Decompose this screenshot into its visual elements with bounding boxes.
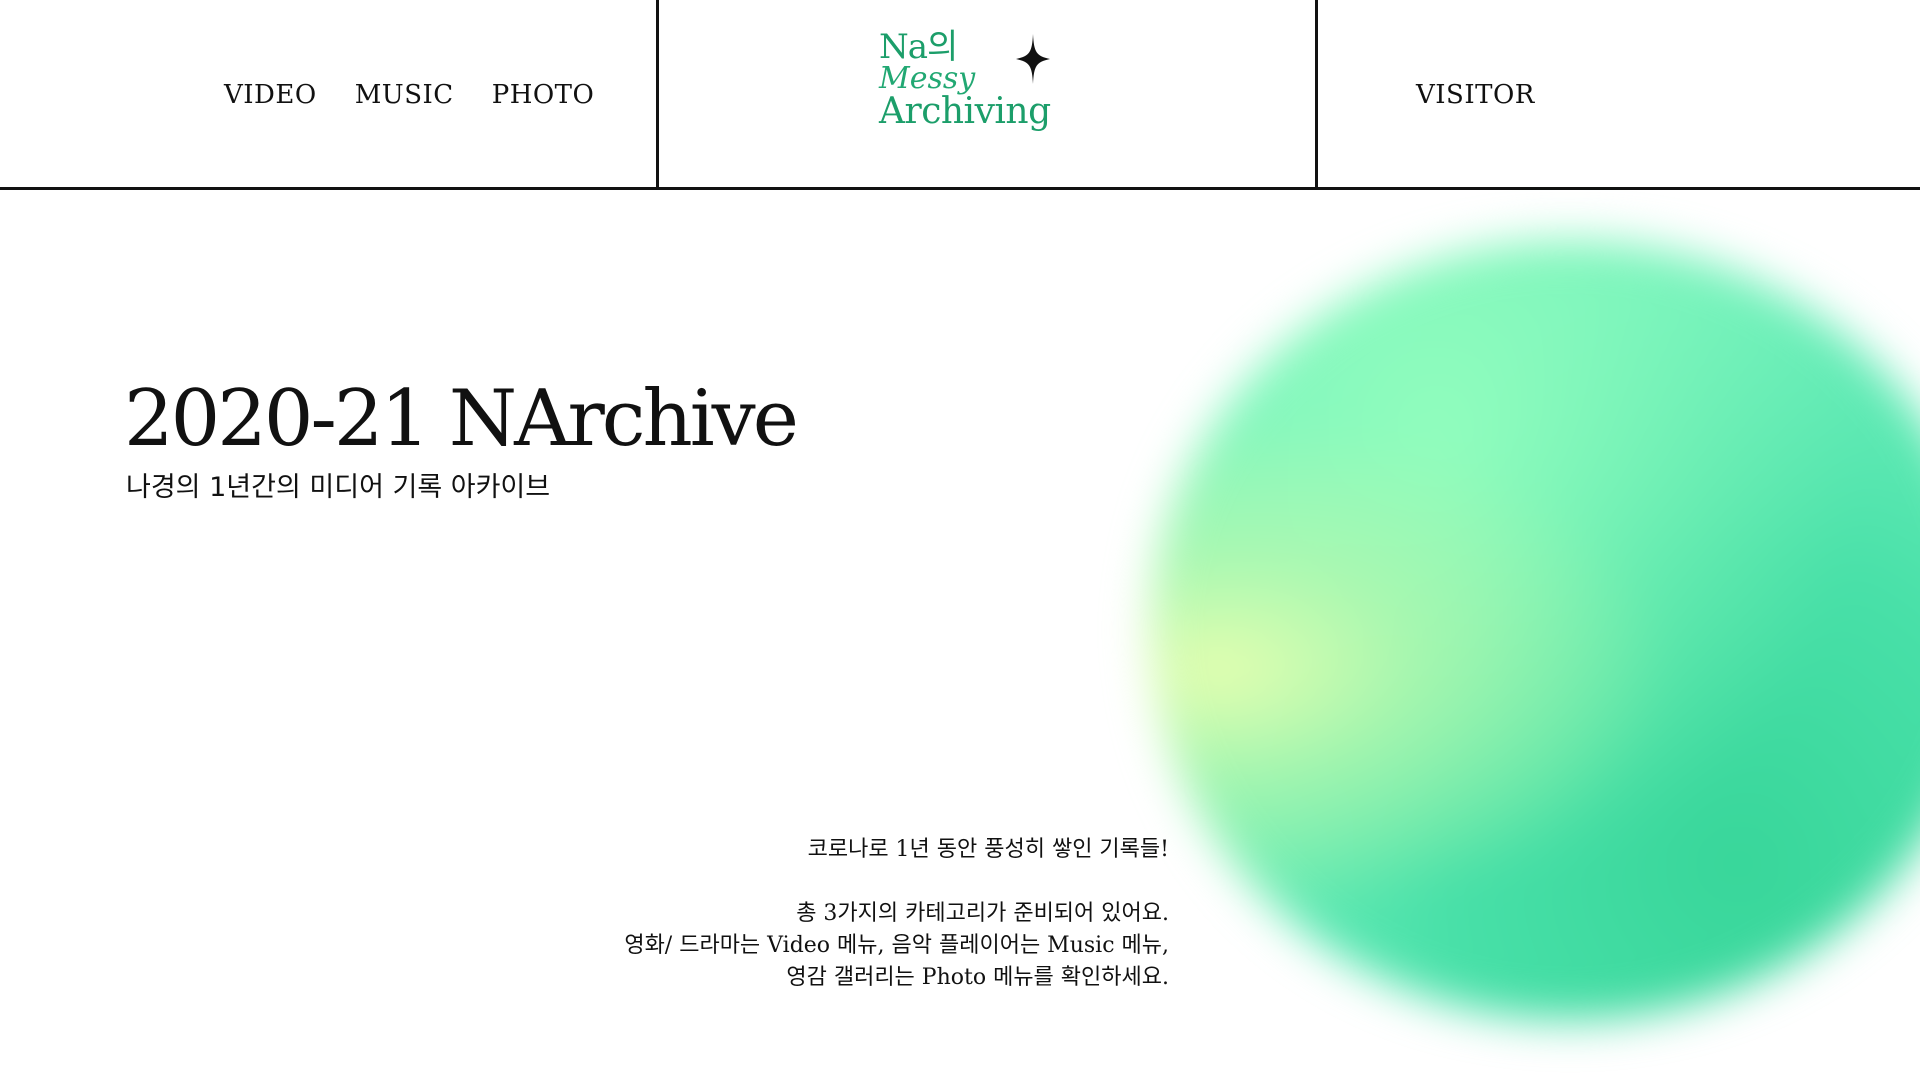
description-line: 영화/ 드라마는 Video 메뉴, 음악 플레이어는 Music 메뉴, — [624, 933, 1169, 958]
nav-visitor-link[interactable]: VISITOR — [1416, 82, 1535, 108]
nav-music-link[interactable]: MUSIC — [355, 82, 454, 108]
sparkle-star-icon — [1016, 34, 1050, 84]
gradient-orb — [1150, 240, 1920, 1020]
page: VIDEO MUSIC PHOTO Na의 Messy Archiving VI… — [0, 0, 1920, 1080]
description-line: 코로나로 1년 동안 풍성히 쌓인 기록들! — [807, 837, 1169, 862]
site-header: VIDEO MUSIC PHOTO Na의 Messy Archiving VI… — [0, 0, 1920, 190]
intro-description: 코로나로 1년 동안 풍성히 쌓인 기록들! 총 3가지의 카테고리가 준비되어… — [624, 834, 1169, 994]
main-nav: VIDEO MUSIC PHOTO — [224, 82, 594, 108]
header-left-panel: VIDEO MUSIC PHOTO — [0, 0, 659, 187]
nav-video-link[interactable]: VIDEO — [224, 82, 317, 108]
hero-title: 2020-21 NArchive — [124, 374, 799, 464]
header-right-panel: VISITOR — [1318, 0, 1920, 187]
header-center-panel: Na의 Messy Archiving — [659, 0, 1318, 187]
description-line: 영감 갤러리는 Photo 메뉴를 확인하세요. — [786, 965, 1169, 990]
site-logo[interactable]: Na의 Messy Archiving — [879, 30, 1079, 140]
logo-line-na: Na의 — [879, 27, 958, 67]
nav-photo-link[interactable]: PHOTO — [492, 82, 595, 108]
hero-subtitle: 나경의 1년간의 미디어 기록 아카이브 — [126, 472, 551, 503]
logo-line-archiving: Archiving — [879, 91, 1051, 132]
description-line: 총 3가지의 카테고리가 준비되어 있어요. — [796, 901, 1169, 926]
logo-line-messy: Messy — [879, 61, 976, 96]
